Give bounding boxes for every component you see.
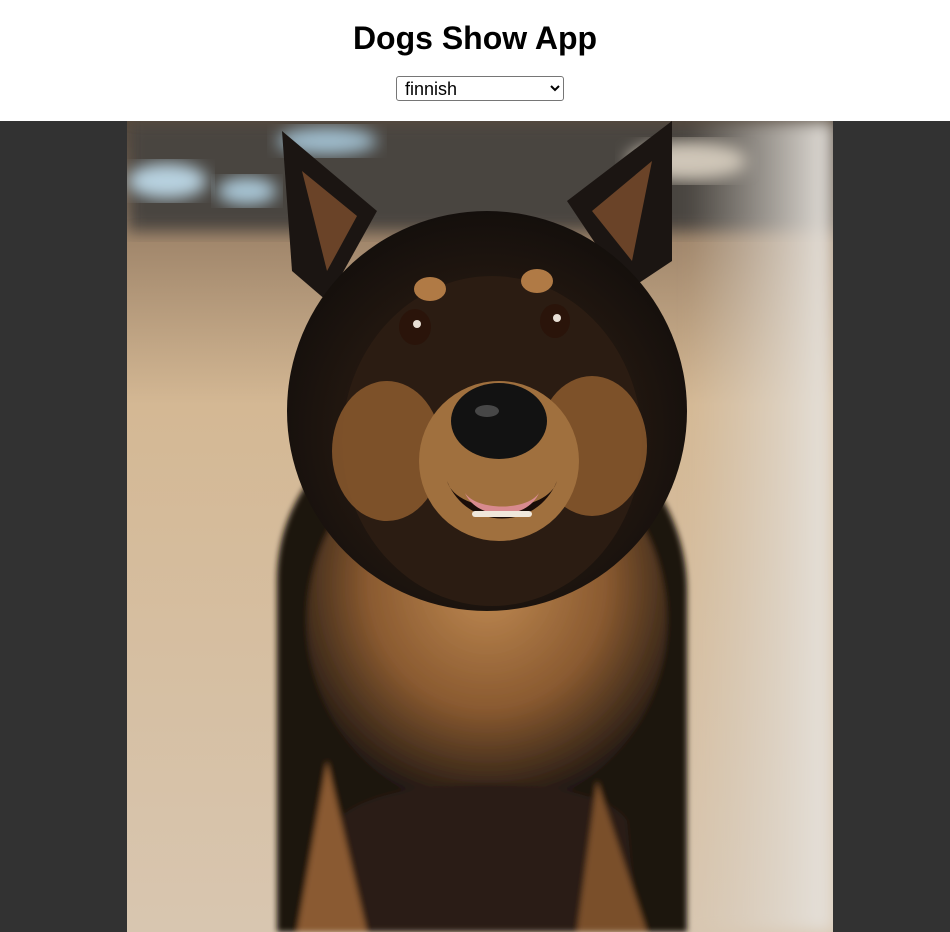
- dog-photo: [127, 121, 833, 932]
- page-title: Dogs Show App: [352, 20, 598, 56]
- breed-select[interactable]: finnish: [396, 76, 564, 101]
- app-header: Dogs Show App finnish: [0, 0, 950, 121]
- image-stage: [0, 121, 950, 932]
